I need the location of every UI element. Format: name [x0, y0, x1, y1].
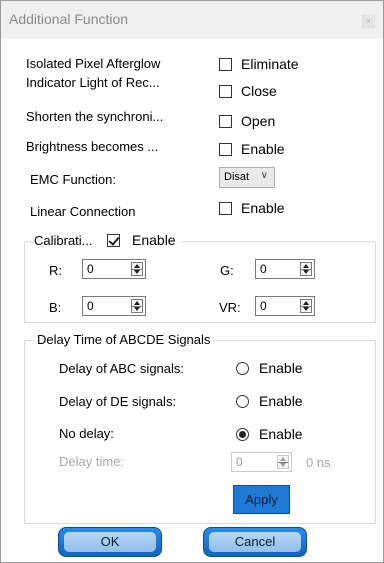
title-bar[interactable]: Additional Function ×: [1, 1, 383, 39]
shorten-sync-checkbox[interactable]: [219, 115, 232, 128]
b-stepper[interactable]: 0: [82, 296, 146, 316]
shorten-sync-check-label: Open: [241, 113, 276, 129]
delay-de-option: Enable: [259, 393, 303, 409]
calibration-group: [24, 241, 376, 323]
apply-button[interactable]: Apply: [233, 485, 290, 514]
spin-arrows-icon[interactable]: [300, 299, 312, 313]
spin-arrows-icon[interactable]: [300, 262, 312, 276]
close-icon[interactable]: ×: [362, 15, 375, 28]
calibration-enable-label: Enable: [132, 232, 176, 248]
shorten-sync-label: Shorten the synchroni...: [26, 109, 164, 124]
ok-button-label: OK: [100, 534, 120, 549]
calibration-group-label: Calibrati...: [34, 233, 93, 248]
g-stepper[interactable]: 0: [255, 259, 315, 279]
r-label: R:: [49, 263, 62, 278]
additional-function-dialog: Additional Function × Isolated Pixel Aft…: [0, 0, 384, 563]
linear-connection-checkbox[interactable]: [219, 202, 232, 215]
emc-function-label: EMC Function:: [30, 172, 116, 187]
indicator-light-checkbox[interactable]: [219, 85, 232, 98]
brightness-checkbox[interactable]: [219, 143, 232, 156]
delay-abc-radio[interactable]: [236, 362, 249, 375]
delay-time-value: 0: [236, 455, 243, 469]
vr-value: 0: [260, 299, 267, 313]
brightness-check-label: Enable: [241, 141, 285, 157]
ok-button[interactable]: OK: [58, 527, 162, 557]
delay-group-label: Delay Time of ABCDE Signals: [34, 332, 214, 347]
g-label: G:: [220, 263, 234, 278]
calibration-enable-checkbox[interactable]: [107, 234, 120, 247]
r-value: 0: [87, 262, 94, 276]
cancel-button-label: Cancel: [234, 534, 276, 549]
cancel-button[interactable]: Cancel: [203, 527, 307, 557]
g-value: 0: [260, 262, 267, 276]
isolated-pixel-label: Isolated Pixel Afterglow: [26, 56, 161, 71]
r-stepper[interactable]: 0: [82, 259, 146, 279]
delay-time-unit: 0 ns: [306, 455, 331, 470]
isolated-pixel-check-label: Eliminate: [241, 56, 299, 72]
spin-arrows-icon[interactable]: [131, 262, 143, 276]
vr-stepper[interactable]: 0: [255, 296, 315, 316]
linear-connection-label: Linear Connection: [30, 204, 136, 219]
no-delay-radio[interactable]: [236, 428, 249, 441]
b-label: B:: [49, 300, 62, 315]
no-delay-option: Enable: [259, 426, 303, 442]
delay-de-label: Delay of DE signals:: [59, 394, 177, 409]
brightness-label: Brightness becomes ...: [26, 139, 159, 154]
indicator-light-check-label: Close: [241, 83, 277, 99]
spin-arrows-icon[interactable]: [277, 455, 289, 469]
delay-time-label: Delay time:: [59, 454, 125, 469]
chevron-down-icon: ∨: [260, 170, 268, 181]
delay-time-stepper[interactable]: 0: [231, 452, 292, 472]
delay-abc-label: Delay of ABC signals:: [59, 361, 185, 376]
calibration-header: Calibrati... Enable: [32, 231, 182, 251]
linear-connection-check-label: Enable: [241, 200, 285, 216]
delay-de-radio[interactable]: [236, 395, 249, 408]
no-delay-label: No delay:: [59, 426, 114, 441]
window-title: Additional Function: [9, 11, 129, 27]
indicator-light-label: Indicator Light of Rec...: [26, 75, 160, 90]
b-value: 0: [87, 299, 94, 313]
emc-function-value: Disat: [224, 171, 250, 183]
vr-label: VR:: [219, 300, 241, 315]
spin-arrows-icon[interactable]: [131, 299, 143, 313]
delay-abc-option: Enable: [259, 360, 303, 376]
isolated-pixel-checkbox[interactable]: [219, 58, 232, 71]
emc-function-select[interactable]: Disat ∨: [219, 167, 275, 188]
